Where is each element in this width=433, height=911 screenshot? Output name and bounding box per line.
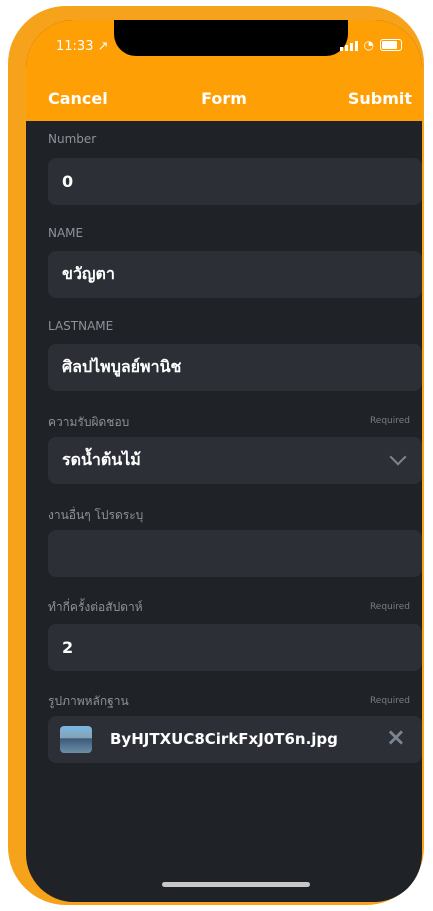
number-field[interactable]: 0 — [48, 158, 422, 205]
status-icons: ◔ — [339, 38, 402, 52]
frequency-field[interactable]: 2 — [48, 624, 422, 671]
name-label: NAME — [48, 226, 84, 240]
home-indicator[interactable] — [162, 882, 310, 887]
photo-attachment-field[interactable]: ByHJTXUC8CirkFxJ0T6n.jpg × — [48, 716, 422, 763]
responsibility-dropdown[interactable]: รดน้ำต้นไม้ — [48, 437, 422, 484]
responsibility-required: Required — [369, 416, 410, 426]
frequency-required: Required — [369, 602, 410, 612]
number-value: 0 — [62, 172, 74, 191]
close-icon[interactable]: × — [386, 725, 406, 749]
phone-frame: 11:33 ↗ ◔ Cancel Form Submit Number 0 NA… — [8, 6, 424, 905]
lastname-value: ศิลปไพบูลย์พานิช — [62, 357, 182, 376]
photo-evidence-required: Required — [369, 696, 410, 706]
attachment-filename: ByHJTXUC8CirkFxJ0T6n.jpg — [110, 730, 338, 748]
lastname-field[interactable]: ศิลปไพบูลย์พานิช — [48, 344, 422, 391]
app-screen: 11:33 ↗ ◔ Cancel Form Submit Number 0 NA… — [26, 20, 422, 902]
wifi-icon: ◔ — [363, 38, 374, 52]
navigation-bar: Cancel Form Submit — [26, 82, 422, 116]
frequency-value: 2 — [62, 638, 74, 657]
other-task-label: งานอื่นๆ โปรดระบุ — [48, 508, 144, 522]
responsibility-label: ความรับผิดชอบ — [48, 415, 130, 429]
name-value: ขวัญตา — [62, 264, 115, 283]
name-field[interactable]: ขวัญตา — [48, 251, 422, 298]
photo-evidence-label: รูปภาพหลักฐาน — [48, 694, 129, 708]
signal-icon — [339, 39, 358, 51]
image-thumbnail-icon — [60, 726, 92, 753]
responsibility-value: รดน้ำต้นไม้ — [62, 450, 141, 469]
number-label: Number — [48, 132, 97, 146]
chevron-down-icon — [389, 448, 407, 466]
status-time: 11:33 ↗ — [56, 39, 109, 54]
battery-icon — [380, 39, 402, 51]
frequency-label: ทำกี่ครั้งต่อสัปดาห์ — [48, 600, 143, 614]
submit-button[interactable]: Submit — [348, 82, 412, 116]
other-task-field[interactable] — [48, 530, 422, 577]
phone-notch — [114, 20, 348, 56]
header-bar: 11:33 ↗ ◔ Cancel Form Submit — [26, 20, 422, 121]
lastname-label: LASTNAME — [48, 319, 114, 333]
